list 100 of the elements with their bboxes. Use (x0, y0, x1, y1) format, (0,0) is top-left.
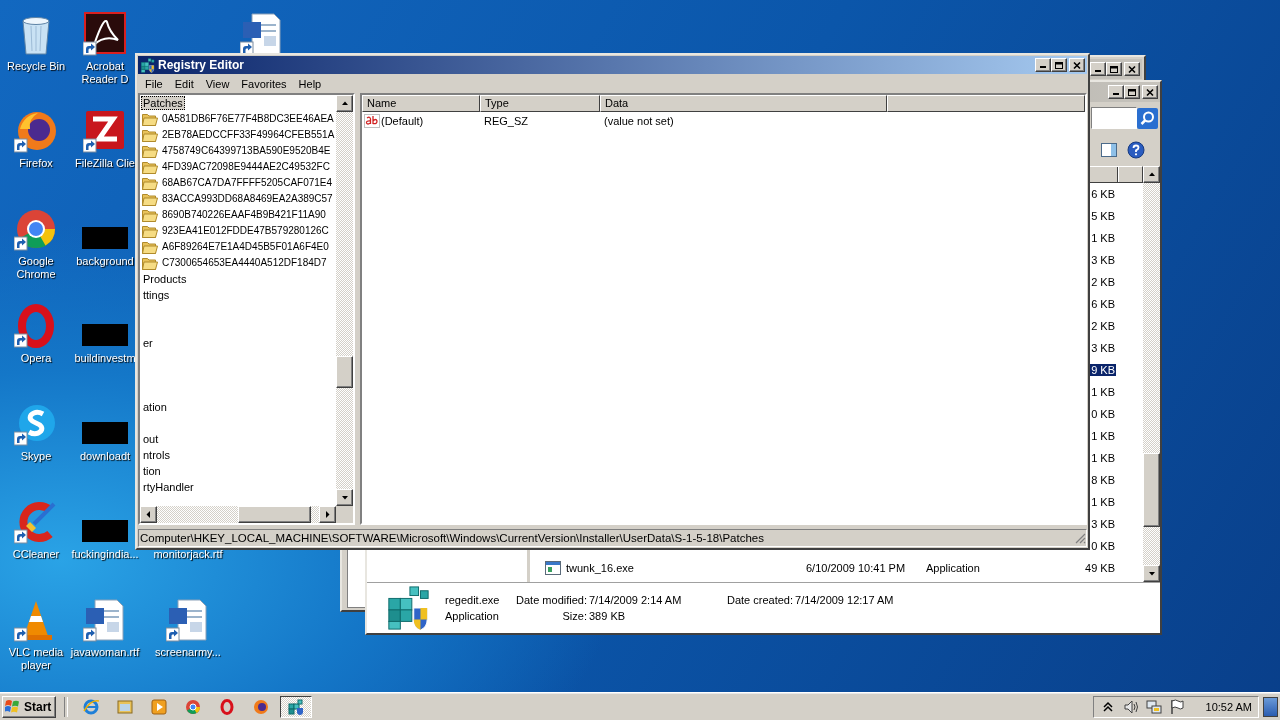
close-button[interactable] (1142, 85, 1158, 99)
app-icon[interactable] (14, 207, 58, 251)
tree-item[interactable]: 0A581DB6F76E77F4B8DC3EE46AEA (160, 112, 336, 126)
tree-item[interactable]: Products (141, 272, 189, 286)
menu-item[interactable]: Edit (168, 77, 200, 90)
preview-pane-button[interactable] (1101, 143, 1117, 157)
minimize-icon (1040, 66, 1046, 68)
tree-item[interactable]: rtyHandler (141, 480, 196, 494)
scroll-arrow-button[interactable] (1143, 166, 1160, 183)
document-icon[interactable] (166, 598, 210, 642)
up-arrow-icon (1146, 170, 1157, 179)
folder-icon (142, 128, 158, 142)
icon-label[interactable]: Google Chrome (6, 255, 66, 281)
tree-item[interactable]: 923EA41E012FDDE47B579280126C (160, 224, 331, 238)
file-name[interactable]: twunk_16.exe (565, 562, 635, 574)
file-date: 6/10/2009 10:41 PM (805, 562, 907, 574)
folder-icon (142, 224, 158, 238)
tree-item[interactable]: 68AB67CA7DA7FFFF5205CAF071E4 (160, 176, 335, 190)
help-button[interactable] (1127, 141, 1145, 159)
icon-label[interactable]: javawoman.rtf (70, 646, 140, 659)
volume-icon[interactable] (1122, 698, 1139, 715)
menu-item[interactable]: Favorites (235, 77, 293, 90)
menu-item[interactable]: File (139, 77, 169, 90)
icon-label[interactable]: FileZilla Clie (75, 157, 135, 170)
icon-label[interactable]: Acrobat Reader D (75, 60, 135, 86)
file-type: Application (925, 562, 981, 574)
tree-item[interactable]: out (141, 432, 161, 446)
scrollbar[interactable] (140, 506, 336, 523)
start-button[interactable]: Start (2, 695, 57, 718)
string-value-icon (364, 113, 380, 128)
close-button[interactable] (1069, 58, 1085, 72)
network-icon[interactable] (1145, 698, 1162, 715)
tree-item[interactable]: C7300654653EA4440A512DF184D7 (160, 256, 329, 270)
tree-item[interactable]: er (141, 336, 155, 350)
resize-grip-icon[interactable] (1074, 532, 1086, 544)
scroll-arrow-button[interactable] (319, 506, 336, 523)
scrollbar[interactable] (336, 95, 353, 506)
column-header[interactable]: Type (480, 95, 600, 112)
file-size: 1 KB (1090, 430, 1116, 442)
column-header[interactable] (887, 95, 1085, 112)
icon-label[interactable]: Firefox (19, 157, 53, 170)
scroll-thumb[interactable] (336, 356, 353, 388)
flag-icon[interactable] (1168, 698, 1185, 715)
menu-item[interactable]: Help (292, 77, 328, 90)
search-button[interactable] (1137, 107, 1158, 129)
document-icon[interactable] (240, 12, 284, 56)
scroll-thumb[interactable] (238, 506, 311, 523)
tree-item[interactable]: 2EB78AEDCCFF33F49964CFEB551A (160, 128, 336, 142)
tree-item[interactable]: 4758749C64399713BA590E9520B4E (160, 144, 333, 158)
icon-label[interactable]: downloadt (79, 450, 131, 463)
folder-icon (142, 144, 158, 158)
icon-label[interactable]: VLC media player (6, 646, 66, 672)
scroll-arrow-button[interactable] (140, 506, 157, 523)
tree-item[interactable]: Patches (141, 96, 185, 110)
search-field[interactable] (1091, 107, 1137, 129)
tree-item[interactable]: 4FD39AC72098E9444AE2C49532FC (160, 160, 332, 174)
up-arrow-icon (339, 99, 350, 108)
file-size: 3 KB (1090, 342, 1116, 354)
preview-pane-icon (1101, 143, 1117, 157)
tree-item[interactable]: ttings (141, 288, 172, 302)
icon-label[interactable]: Skype (20, 450, 52, 463)
minimize-button[interactable] (1108, 85, 1124, 99)
tree-item[interactable]: ntrols (141, 448, 172, 462)
tree-item[interactable]: 83ACCA993DD68A8469EA2A389C57 (160, 192, 335, 206)
icon-label[interactable]: Opera (20, 352, 52, 365)
close-icon (1127, 64, 1137, 74)
file-size: 1 KB (1090, 232, 1116, 244)
tree-item[interactable]: tion (141, 464, 163, 478)
maximize-button[interactable] (1106, 62, 1122, 76)
document-icon[interactable] (83, 598, 127, 642)
scroll-arrow-button[interactable] (336, 95, 353, 112)
icon-label[interactable]: buildinvestm (74, 352, 136, 365)
clock[interactable]: 10:52 AM (1205, 700, 1252, 713)
file-size: 8 KB (1090, 474, 1116, 486)
tree-item[interactable]: ation (141, 400, 169, 414)
icon-label[interactable]: background (76, 255, 134, 268)
column-header[interactable]: Data (600, 95, 887, 112)
minimize-button[interactable] (1035, 58, 1051, 72)
maximize-button[interactable] (1124, 85, 1140, 99)
menu-item[interactable]: View (199, 77, 236, 90)
detail-label: Date created: (727, 594, 794, 606)
scrollbar[interactable] (1143, 166, 1160, 582)
close-button[interactable] (1124, 62, 1140, 76)
tree-item[interactable]: A6F89264E7E1A4D45B5F01A6F4E0 (160, 240, 331, 254)
icon-label[interactable]: Recycle Bin (6, 60, 66, 73)
scroll-thumb[interactable] (1143, 453, 1160, 527)
minimize-button[interactable] (1090, 62, 1106, 76)
taskbar-button[interactable] (280, 695, 313, 718)
app-icon[interactable] (83, 12, 127, 56)
scroll-arrow-button[interactable] (336, 489, 353, 506)
icon-label[interactable]: screenarmy... (155, 646, 221, 659)
app-icon[interactable] (14, 109, 58, 153)
scroll-arrow-button[interactable] (1143, 565, 1160, 582)
folder-icon (142, 208, 158, 222)
tree-item[interactable]: 8690B740226EAAF4B9B421F11A90 (160, 208, 328, 222)
show-desktop-button[interactable] (1263, 696, 1278, 717)
window-title: Registry Editor (158, 58, 245, 72)
maximize-button[interactable] (1051, 58, 1067, 72)
column-header[interactable]: Name (362, 95, 480, 112)
value-name[interactable]: (Default) (381, 114, 424, 127)
